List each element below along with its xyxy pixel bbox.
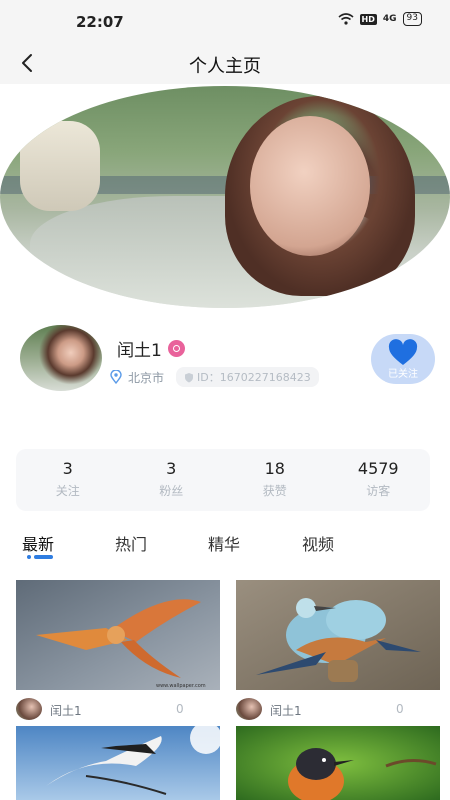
stat-likes[interactable]: 18 获赞 xyxy=(223,449,327,511)
post-card[interactable] xyxy=(16,726,220,800)
stat-value: 18 xyxy=(264,459,285,478)
cover-photo xyxy=(0,86,450,308)
user-id: ID：1670227168423 xyxy=(197,371,311,384)
tab-hot[interactable]: 热门 xyxy=(115,531,147,555)
battery-icon: 93 xyxy=(402,12,422,26)
author-name[interactable]: 闰土1 xyxy=(270,702,302,719)
profile-header: 闰土1 北京市 ID：1670227168423 已关注 xyxy=(0,318,450,408)
page-title: 个人主页 xyxy=(189,56,261,77)
tab-video[interactable]: 视频 xyxy=(302,531,334,555)
author-avatar[interactable] xyxy=(16,698,42,720)
post-image-robin[interactable] xyxy=(236,726,440,800)
stat-value: 4579 xyxy=(357,459,399,478)
shield-icon xyxy=(185,372,194,382)
svg-text:www.wallpaper.com: www.wallpaper.com xyxy=(156,683,206,689)
signal-icon: 4G xyxy=(382,14,397,24)
heart-icon xyxy=(388,339,418,365)
post-image-ibis[interactable] xyxy=(16,726,220,800)
post-card[interactable]: www.wallpaper.com 闰土1 0 xyxy=(16,580,220,726)
location-text: 北京市 xyxy=(128,370,165,385)
cover-image xyxy=(0,84,450,314)
hd-icon: HD xyxy=(359,13,377,25)
location-row: 北京市 ID：1670227168423 xyxy=(110,367,319,387)
post-meta: 闰土1 0 xyxy=(16,690,220,726)
user-id-pill: ID：1670227168423 xyxy=(176,367,319,387)
stat-value: 3 xyxy=(166,459,177,478)
stat-label: 获赞 xyxy=(262,484,287,498)
name-row: 闰土1 xyxy=(117,336,185,361)
stat-label: 访客 xyxy=(366,484,391,498)
active-tab-indicator xyxy=(27,555,53,559)
content-tabs: 最新 热门 精华 视频 xyxy=(0,527,450,567)
gender-badge-icon xyxy=(167,340,185,357)
stat-fans[interactable]: 3 粉丝 xyxy=(120,449,224,511)
avatar[interactable] xyxy=(20,325,102,391)
like-count: 0 xyxy=(396,702,404,716)
follow-button[interactable]: 已关注 xyxy=(371,334,435,384)
post-meta: 闰土1 0 xyxy=(236,690,440,726)
post-image-blue-birds[interactable] xyxy=(236,580,440,690)
stat-label: 粉丝 xyxy=(159,484,184,498)
author-name[interactable]: 闰土1 xyxy=(50,702,82,719)
status-bar: 22:07 HD 4G 93 xyxy=(0,0,450,42)
stats-panel: 3 关注 3 粉丝 18 获赞 4579 访客 xyxy=(16,449,430,511)
tab-latest[interactable]: 最新 xyxy=(22,531,54,555)
status-time: 22:07 xyxy=(76,13,124,31)
nav-bar: 个人主页 xyxy=(0,42,450,84)
post-card[interactable] xyxy=(236,726,440,800)
wifi-icon xyxy=(338,13,354,25)
post-image-flying-bird[interactable]: www.wallpaper.com xyxy=(16,580,220,690)
follow-label: 已关注 xyxy=(388,369,418,380)
location-pin-icon xyxy=(110,370,122,384)
post-card[interactable]: 闰土1 0 xyxy=(236,580,440,726)
stat-following[interactable]: 3 关注 xyxy=(16,449,120,511)
tab-featured[interactable]: 精华 xyxy=(208,531,240,555)
author-avatar[interactable] xyxy=(236,698,262,720)
stat-label: 关注 xyxy=(55,484,80,498)
stat-value: 3 xyxy=(62,459,73,478)
user-name: 闰土1 xyxy=(117,341,162,361)
stat-visitors[interactable]: 4579 访客 xyxy=(327,449,431,511)
like-count: 0 xyxy=(176,702,184,716)
status-icons: HD 4G 93 xyxy=(338,12,422,26)
